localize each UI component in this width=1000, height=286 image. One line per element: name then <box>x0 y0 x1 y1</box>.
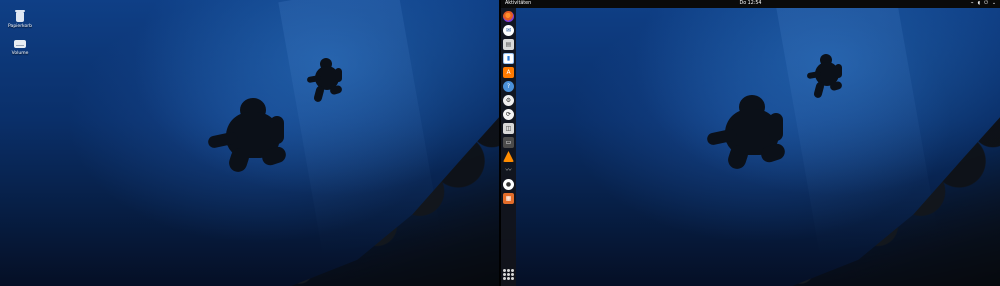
dash-dock: ✉ ▤ ▮ A ? ⚙ ⟳ ◫ ▭ 〰 ● ▦ <box>501 8 516 286</box>
dock-app-drive[interactable]: ▭ <box>503 137 514 148</box>
dock-app-files[interactable]: ▤ <box>503 39 514 50</box>
left-small-diver <box>306 58 347 106</box>
desktop-item-volume[interactable]: Volume <box>6 37 34 57</box>
disc-icon: ● <box>505 180 512 188</box>
power-icon: ⏻ <box>984 0 988 6</box>
dock-app-updates[interactable]: ⟳ <box>503 109 514 120</box>
games-icon: ◫ <box>505 124 512 132</box>
chat-icon: ✉ <box>505 26 512 34</box>
dock-app-firefox[interactable] <box>503 11 514 22</box>
apps-grid-dot <box>507 269 510 272</box>
system-status-area[interactable]: ⌁ ◖ ⏻ ⌄ <box>970 0 996 7</box>
desktop-item-label: Volume <box>11 51 29 56</box>
volume-icon: ◖ <box>977 0 981 6</box>
left-small-diver-leg <box>313 85 325 103</box>
dock-app-settings[interactable]: ⚙ <box>503 95 514 106</box>
left-small-diver-tank <box>335 68 342 82</box>
dock-app-sheep[interactable]: 〰 <box>503 165 514 176</box>
right-large-diver-tank <box>769 113 783 141</box>
clock-button[interactable]: Do 12:54 <box>740 1 762 7</box>
software-center-icon: A <box>506 68 511 76</box>
desktop-item-trash[interactable]: Papierkorb <box>6 10 34 30</box>
dock-app-software-center[interactable]: A <box>503 67 514 78</box>
dock-app-vlc[interactable] <box>503 151 514 162</box>
right-large-diver <box>706 95 797 173</box>
network-icon: ⌁ <box>970 0 974 6</box>
updates-icon: ⟳ <box>505 110 512 118</box>
right-small-diver-fin <box>829 80 843 92</box>
right-monitor: Aktivitäten Do 12:54 ⌁ ◖ ⏻ ⌄ ✉ ▤ ▮ A ? ⚙… <box>501 0 1000 286</box>
sheep-icon: 〰 <box>505 166 512 174</box>
left-monitor: Papierkorb Volume <box>0 0 499 286</box>
chevron-down-icon: ⌄ <box>991 0 996 6</box>
dock-app-chat[interactable]: ✉ <box>503 25 514 36</box>
left-large-diver-tank <box>270 116 284 144</box>
apps-grid-dot <box>511 273 514 276</box>
apps-grid-dot <box>507 277 510 280</box>
volume-icon <box>13 37 27 51</box>
top-bar: Aktivitäten Do 12:54 ⌁ ◖ ⏻ ⌄ <box>501 0 1000 8</box>
desktop-item-label: Papierkorb <box>8 24 32 29</box>
apps-grid-dot <box>507 273 510 276</box>
dock-app-games[interactable]: ◫ <box>503 123 514 134</box>
apps-grid-dot <box>503 273 506 276</box>
apps-grid-dot <box>511 277 514 280</box>
apps-grid-icon[interactable] <box>503 269 514 280</box>
dock-app-disc[interactable]: ● <box>503 179 514 190</box>
right-small-diver <box>806 54 847 102</box>
right-small-diver-leg <box>813 81 825 99</box>
activities-button[interactable]: Aktivitäten <box>505 1 531 7</box>
left-large-diver <box>207 98 298 176</box>
drive-icon: ▭ <box>505 138 512 146</box>
trash-icon <box>13 10 27 24</box>
dock-app-archive[interactable]: ▦ <box>503 193 514 204</box>
apps-grid-dot <box>503 269 506 272</box>
dock-app-writer[interactable]: ▮ <box>503 53 514 64</box>
archive-icon: ▦ <box>505 194 512 202</box>
apps-grid-dot <box>503 277 506 280</box>
help-icon: ? <box>506 82 511 90</box>
dock-app-help[interactable]: ? <box>503 81 514 92</box>
settings-icon: ⚙ <box>505 96 512 104</box>
files-icon: ▤ <box>505 40 512 48</box>
writer-icon: ▮ <box>506 54 511 62</box>
right-small-diver-tank <box>835 64 842 78</box>
apps-grid-dot <box>511 269 514 272</box>
left-small-diver-fin <box>329 84 343 96</box>
